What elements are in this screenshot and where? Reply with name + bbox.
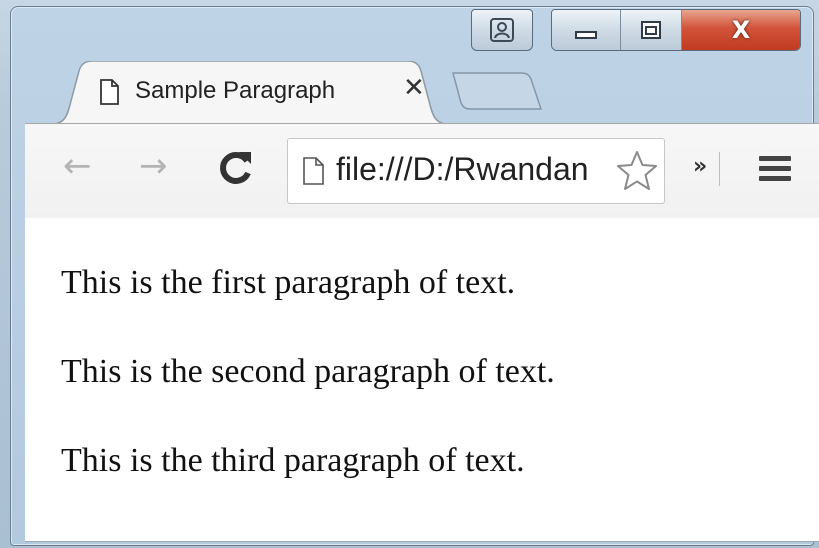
maximize-button[interactable] <box>621 10 682 50</box>
toolbar-divider <box>719 152 720 186</box>
tab-title: Sample Paragraph <box>135 77 336 104</box>
address-bar[interactable]: file:///D:/Rwandan <box>287 138 665 204</box>
url-text: file:///D:/Rwandan <box>336 151 589 187</box>
profile-button[interactable] <box>471 9 533 51</box>
page-icon <box>100 79 119 105</box>
minimize-icon <box>575 31 597 39</box>
maximize-icon <box>641 21 661 39</box>
new-tab-button[interactable] <box>451 71 543 111</box>
minimize-button[interactable] <box>552 10 621 50</box>
browser-toolbar: ← → file:///D:/Rwandan » <box>25 123 819 219</box>
page-content: This is the first paragraph of text. Thi… <box>25 218 819 542</box>
paragraph-first: This is the first paragraph of text. <box>61 264 516 301</box>
reload-button[interactable] <box>217 148 255 186</box>
tab-sample-paragraph[interactable]: Sample Paragraph ✕ <box>51 61 449 125</box>
person-icon <box>490 18 514 42</box>
hamburger-menu-icon[interactable] <box>759 156 791 182</box>
extensions-overflow-button[interactable]: » <box>693 154 707 179</box>
paragraph-second: This is the second paragraph of text. <box>61 353 555 390</box>
page-icon <box>303 157 324 185</box>
forward-button[interactable]: → <box>139 146 168 186</box>
browser-window: X Sample Paragraph ✕ ← → file:///D:/Rwan… <box>10 6 819 546</box>
tab-close-button[interactable]: ✕ <box>403 73 425 103</box>
close-button[interactable]: X <box>682 10 800 50</box>
window-controls: X <box>551 9 801 51</box>
close-icon: X <box>731 16 751 44</box>
star-icon[interactable] <box>614 149 660 193</box>
paragraph-third: This is the third paragraph of text. <box>61 442 525 479</box>
back-button[interactable]: ← <box>63 146 92 186</box>
